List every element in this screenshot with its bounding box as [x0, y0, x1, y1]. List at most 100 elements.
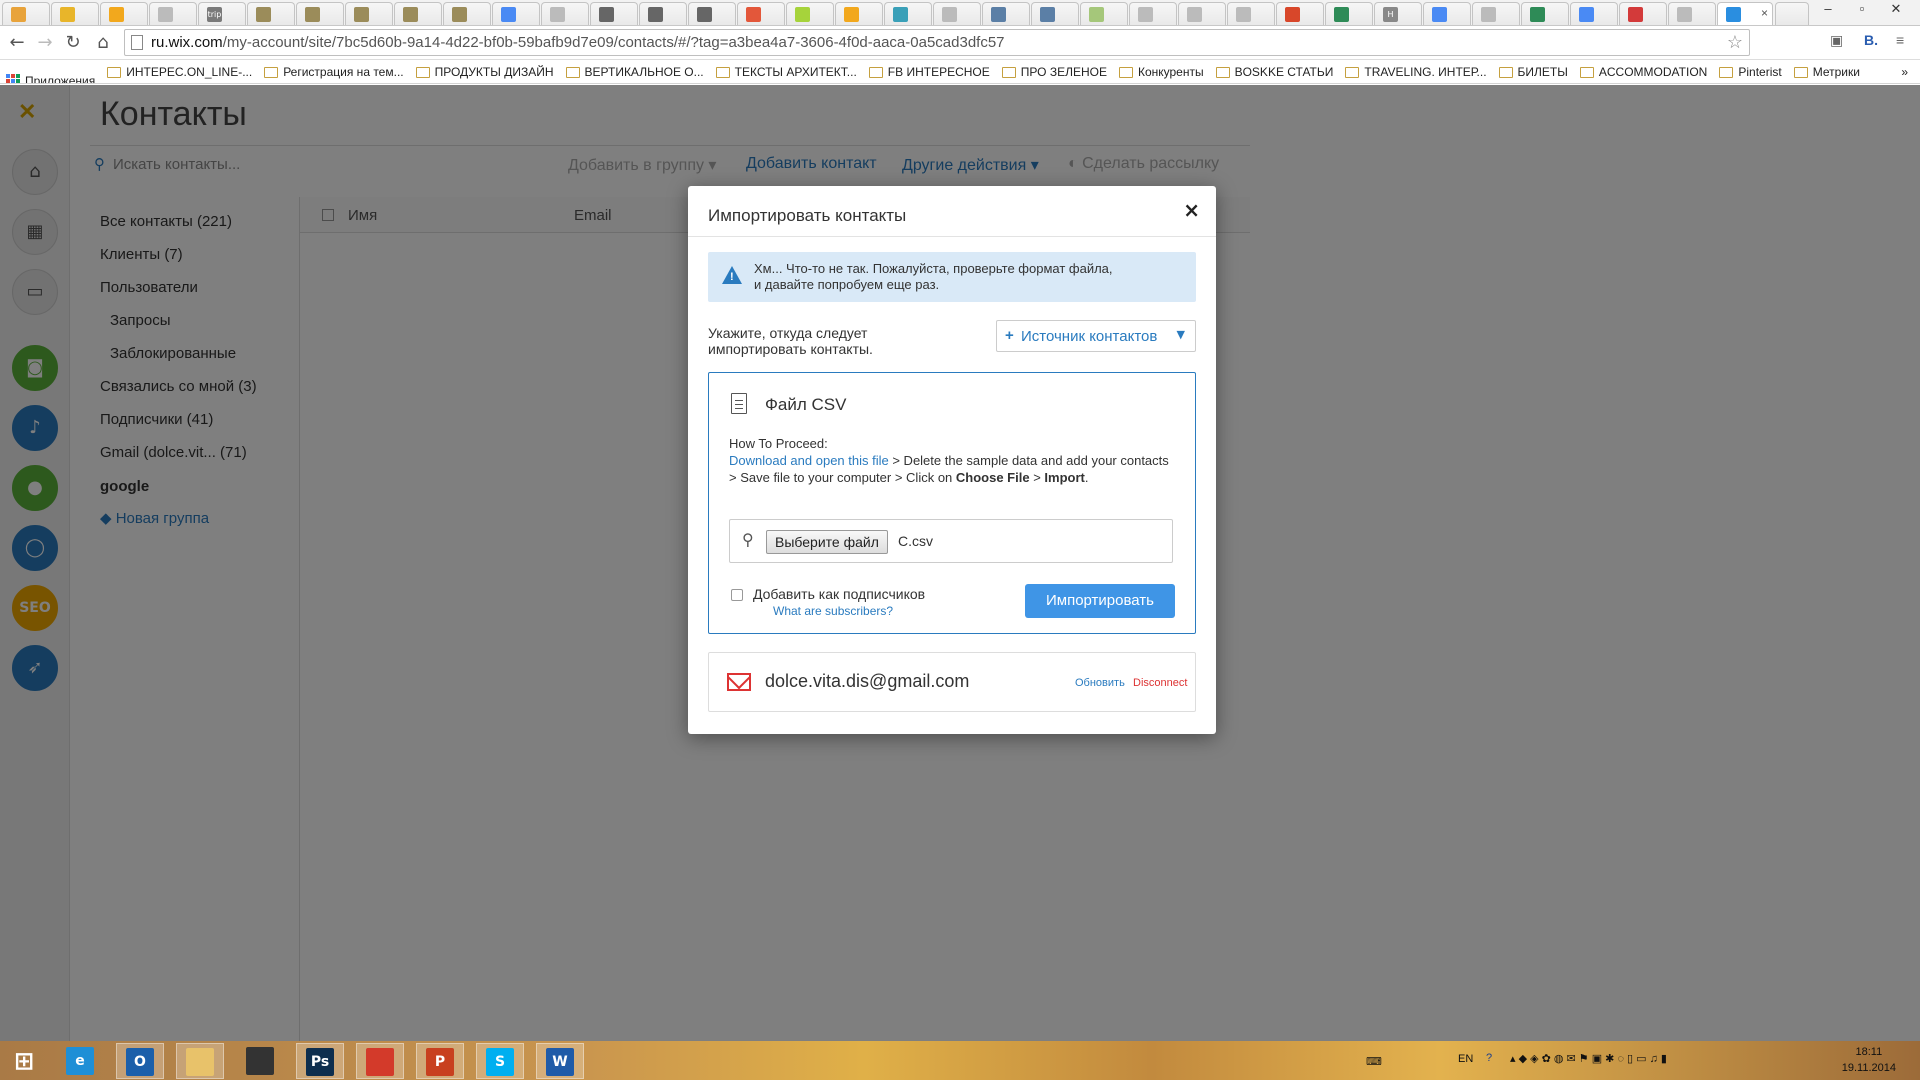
- choose-file-button[interactable]: Выберите файл: [766, 530, 888, 554]
- internet-explorer-taskbar-button[interactable]: e: [56, 1043, 104, 1079]
- disconnect-link[interactable]: Disconnect: [1133, 677, 1187, 689]
- bookmark-folder[interactable]: ACCOMMODATION: [1574, 60, 1713, 83]
- bookmark-folder[interactable]: ИНТЕРЕС.ON_LINE-...: [101, 60, 258, 83]
- browser-tab[interactable]: [100, 2, 148, 25]
- browser-tab[interactable]: [1031, 2, 1079, 25]
- bookmark-folder[interactable]: Регистрация на тем...: [258, 60, 409, 83]
- import-contacts-dialog: Импортировать контакты × ! Хм... Что-то …: [688, 186, 1216, 734]
- browser-tab[interactable]: [737, 2, 785, 25]
- browser-tab[interactable]: [982, 2, 1030, 25]
- browser-tab[interactable]: [835, 2, 883, 25]
- browser-tab[interactable]: [1619, 2, 1667, 25]
- refresh-link[interactable]: Обновить: [1075, 677, 1125, 689]
- apps-bookmark[interactable]: Приложения: [0, 69, 101, 83]
- powerpoint-taskbar-button[interactable]: P: [416, 1043, 464, 1079]
- browser-tab[interactable]: [2, 2, 50, 25]
- browser-tab-active[interactable]: ×: [1717, 2, 1773, 25]
- bookmark-folder[interactable]: FB ИНТЕРЕСНОЕ: [863, 60, 996, 83]
- folder-icon: [1793, 66, 1808, 78]
- browser-tab[interactable]: [51, 2, 99, 25]
- browser-tab[interactable]: [639, 2, 687, 25]
- download-sample-link[interactable]: Download and open this file: [729, 453, 889, 468]
- folder-icon: [1215, 66, 1230, 78]
- paperclip-icon: ⚲: [742, 530, 754, 549]
- browser-tab[interactable]: [149, 2, 197, 25]
- bookmark-folder[interactable]: БИЛЕТЫ: [1493, 60, 1574, 83]
- extension-icon[interactable]: ▣: [1830, 32, 1843, 49]
- browser-tab[interactable]: [1472, 2, 1520, 25]
- photoshop-taskbar-button[interactable]: Ps: [296, 1043, 344, 1079]
- what-are-subscribers-link[interactable]: What are subscribers?: [773, 604, 893, 618]
- outlook-taskbar-button[interactable]: O: [116, 1043, 164, 1079]
- close-icon[interactable]: ×: [1183, 198, 1200, 222]
- browser-tab[interactable]: [1129, 2, 1177, 25]
- tv-icon: [403, 7, 418, 22]
- browser-tab[interactable]: trip: [198, 2, 246, 25]
- start-taskbar-button[interactable]: ⊞: [0, 1043, 48, 1079]
- close-tab-icon[interactable]: ×: [1761, 6, 1768, 20]
- close-window-button[interactable]: ✕: [1876, 0, 1916, 20]
- bookmark-folder[interactable]: ТЕКСТЫ АРХИТЕКТ...: [710, 60, 863, 83]
- browser-tab[interactable]: H: [1374, 2, 1422, 25]
- document-icon: [731, 393, 747, 414]
- browser-tab[interactable]: [345, 2, 393, 25]
- more-bookmarks-icon[interactable]: »: [1895, 60, 1914, 83]
- new-tab-button[interactable]: [1775, 2, 1809, 25]
- browser-tab[interactable]: [1080, 2, 1128, 25]
- browser-tab[interactable]: [933, 2, 981, 25]
- browser-tab[interactable]: [1325, 2, 1373, 25]
- skype-taskbar-button[interactable]: S: [476, 1043, 524, 1079]
- bookmark-folder[interactable]: BOSKKE СТАТЬИ: [1210, 60, 1340, 83]
- bookmark-folder[interactable]: ПРО ЗЕЛЕНОЕ: [996, 60, 1113, 83]
- menu-icon[interactable]: ≡: [1896, 32, 1904, 48]
- add-as-subscribers-checkbox[interactable]: [731, 589, 743, 601]
- browser-toolbar: ← → ↻ ⌂ ru.wix.com/my-account/site/7bc5d…: [0, 26, 1920, 60]
- browser-tab[interactable]: [492, 2, 540, 25]
- browser-tab[interactable]: [1178, 2, 1226, 25]
- browser-tab[interactable]: [1423, 2, 1471, 25]
- browser-tab[interactable]: [1668, 2, 1716, 25]
- bookmark-star-icon[interactable]: ☆: [1727, 32, 1743, 53]
- tray-icons[interactable]: ▴ ◆ ◈ ✿ ◍ ✉ ⚑ ▣ ✱ ◌ ▯ ▭ ♫ ▮: [1510, 1052, 1667, 1080]
- system-clock[interactable]: 18:11 19.11.2014: [1842, 1044, 1896, 1076]
- browser-tab[interactable]: [1521, 2, 1569, 25]
- page-icon: [131, 35, 143, 50]
- browser-tab[interactable]: [541, 2, 589, 25]
- back-icon[interactable]: ←: [6, 32, 28, 54]
- contact-source-dropdown[interactable]: + Источник контактов ▼: [996, 320, 1196, 352]
- add-as-subscribers-label[interactable]: Добавить как подписчиков: [753, 586, 925, 602]
- bookmark-folder[interactable]: ПРОДУКТЫ ДИЗАЙН: [410, 60, 560, 83]
- address-bar[interactable]: ru.wix.com/my-account/site/7bc5d60b-9a14…: [124, 29, 1750, 56]
- reload-icon[interactable]: ↻: [62, 32, 84, 54]
- bookmark-folder[interactable]: Pinterist: [1713, 60, 1787, 83]
- browser-tab[interactable]: [688, 2, 736, 25]
- forward-icon[interactable]: →: [34, 32, 56, 54]
- language-indicator[interactable]: EN: [1458, 1053, 1473, 1080]
- browser-tab[interactable]: [884, 2, 932, 25]
- media-taskbar-button[interactable]: [236, 1043, 284, 1079]
- browser-tab[interactable]: [1227, 2, 1275, 25]
- browser-tab[interactable]: [296, 2, 344, 25]
- help-icon[interactable]: ?: [1486, 1052, 1492, 1080]
- browser-tab[interactable]: [247, 2, 295, 25]
- bookmark-folder[interactable]: Метрики: [1788, 60, 1866, 83]
- chrome-taskbar-button[interactable]: [356, 1043, 404, 1079]
- bookmark-folder[interactable]: Конкуренты: [1113, 60, 1210, 83]
- browser-tab[interactable]: [443, 2, 491, 25]
- browser-tab[interactable]: [1570, 2, 1618, 25]
- folder-icon: [107, 66, 122, 78]
- browser-tab[interactable]: [394, 2, 442, 25]
- explorer-taskbar-button[interactable]: [176, 1043, 224, 1079]
- vk-extension-icon[interactable]: B.: [1864, 32, 1878, 48]
- bookmark-folder[interactable]: ВЕРТИКАЛЬНОЕ О...: [560, 60, 710, 83]
- browser-tab[interactable]: [1276, 2, 1324, 25]
- keyboard-icon[interactable]: ⌨: [1366, 1055, 1382, 1080]
- browser-tab[interactable]: [786, 2, 834, 25]
- home-icon[interactable]: ⌂: [92, 32, 114, 54]
- browser-tab[interactable]: [590, 2, 638, 25]
- bookmark-folder[interactable]: TRAVELING. ИНТЕР...: [1339, 60, 1492, 83]
- tv-icon: [354, 7, 369, 22]
- word-taskbar-button[interactable]: W: [536, 1043, 584, 1079]
- import-button[interactable]: Импортировать: [1025, 584, 1175, 618]
- selected-file-name: C.csv: [898, 533, 933, 549]
